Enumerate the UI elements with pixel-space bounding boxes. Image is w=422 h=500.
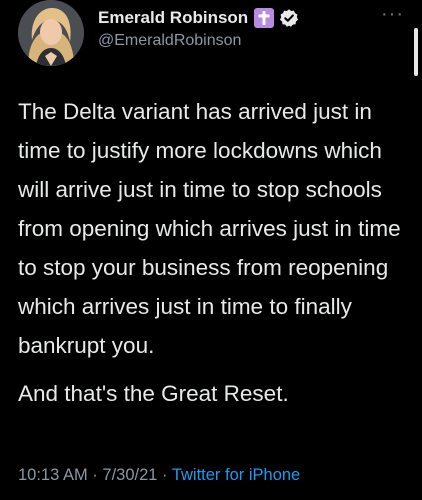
author-handle[interactable]: @EmeraldRobinson	[98, 32, 299, 50]
display-name[interactable]: Emerald Robinson	[98, 8, 248, 28]
meta-separator: ·	[87, 466, 103, 484]
tweet-date[interactable]: 7/30/21	[102, 466, 157, 484]
tweet-paragraph-2: And that's the Great Reset.	[18, 381, 289, 406]
name-row: Emerald Robinson	[98, 6, 299, 30]
verified-check-icon	[279, 8, 299, 28]
tweet-meta: 10:13 AM · 7/30/21 · Twitter for iPhone	[18, 466, 300, 485]
avatar[interactable]	[18, 0, 84, 66]
tweet-time[interactable]: 10:13 AM	[18, 466, 88, 484]
tweet-header: Emerald Robinson @EmeraldRobinson ···	[18, 0, 418, 66]
author-info: Emerald Robinson @EmeraldRobinson	[98, 6, 299, 50]
tweet-source-link[interactable]: Twitter for iPhone	[172, 466, 300, 484]
tweet-paragraph-1: The Delta variant has arrived just in ti…	[18, 99, 401, 358]
cross-icon	[254, 8, 275, 28]
scrollbar[interactable]	[414, 28, 418, 76]
more-options-icon[interactable]: ···	[381, 4, 404, 24]
tweet-text: The Delta variant has arrived just in ti…	[18, 92, 413, 413]
tweet: Emerald Robinson @EmeraldRobinson ··· Th…	[0, 0, 422, 500]
avatar-image	[18, 0, 84, 66]
meta-separator: ·	[157, 466, 172, 484]
